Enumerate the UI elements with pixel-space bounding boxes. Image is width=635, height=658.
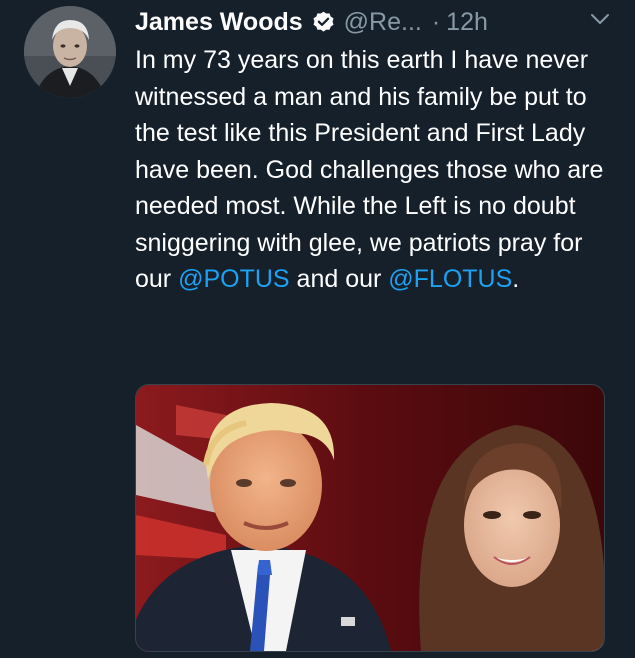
tweet-timestamp[interactable]: 12h bbox=[446, 8, 488, 37]
photo-image bbox=[136, 385, 604, 651]
mention-link-potus[interactable]: @POTUS bbox=[178, 265, 290, 293]
avatar-image bbox=[24, 6, 116, 98]
author-avatar[interactable] bbox=[24, 6, 116, 98]
tweet-header: James Woods @Re... · 12h bbox=[135, 6, 611, 38]
tweet-text-part: In my 73 years on this earth I have neve… bbox=[135, 46, 611, 293]
tweet-text-part: and our bbox=[289, 265, 389, 293]
tweet-media-photo[interactable] bbox=[135, 384, 605, 652]
chevron-down-icon[interactable] bbox=[589, 8, 611, 30]
verified-badge-icon bbox=[311, 10, 336, 35]
mention-link-flotus[interactable]: @FLOTUS bbox=[388, 265, 512, 293]
author-name[interactable]: James Woods bbox=[135, 8, 303, 37]
tweet-text: In my 73 years on this earth I have neve… bbox=[135, 42, 615, 298]
tweet-text-part: . bbox=[512, 265, 520, 293]
author-handle[interactable]: @Re... bbox=[344, 8, 422, 37]
separator-dot: · bbox=[431, 7, 441, 36]
